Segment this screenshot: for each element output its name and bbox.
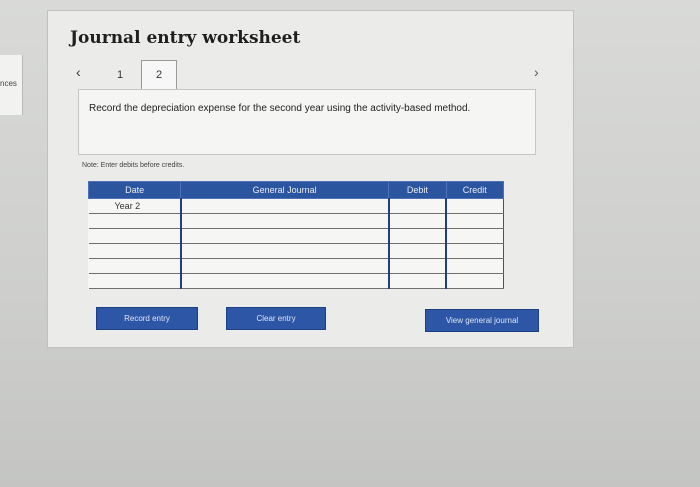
column-header-date: Date: [87, 181, 182, 199]
tab-1[interactable]: 1: [110, 69, 130, 81]
record-entry-button[interactable]: Record entry: [96, 307, 198, 330]
instruction-box: Record the depreciation expense for the …: [78, 89, 536, 155]
table-header-row: Date General Journal Debit Credit: [87, 181, 505, 199]
next-arrow-icon[interactable]: ›: [534, 64, 539, 80]
account-cell[interactable]: [180, 228, 390, 244]
credit-cell[interactable]: [446, 243, 505, 259]
date-cell[interactable]: [88, 228, 182, 244]
debit-cell[interactable]: [388, 198, 448, 214]
date-cell[interactable]: [88, 243, 182, 259]
clear-entry-button[interactable]: Clear entry: [226, 307, 326, 330]
view-general-journal-button[interactable]: View general journal: [425, 309, 539, 332]
table-row: [88, 243, 505, 259]
credit-cell[interactable]: [446, 213, 505, 229]
debit-cell[interactable]: [388, 243, 448, 259]
debit-cell[interactable]: [388, 213, 448, 229]
account-cell[interactable]: [180, 198, 390, 214]
instruction-text: Record the depreciation expense for the …: [89, 103, 471, 114]
debit-cell[interactable]: [388, 273, 448, 289]
date-cell[interactable]: [88, 273, 182, 289]
credit-cell[interactable]: [446, 198, 505, 214]
sidebar-fragment-label: nces: [0, 79, 17, 88]
left-sidebar-fragment: nces: [0, 55, 23, 115]
table-row: [88, 213, 505, 229]
table-row: [88, 273, 505, 289]
credit-cell[interactable]: [446, 273, 505, 289]
account-cell[interactable]: [180, 258, 390, 274]
date-cell[interactable]: Year 2: [88, 198, 182, 214]
note-text: Note: Enter debits before credits.: [82, 162, 185, 169]
table-row: [88, 228, 505, 244]
date-cell[interactable]: [88, 213, 182, 229]
debit-cell[interactable]: [388, 258, 448, 274]
previous-arrow-icon[interactable]: ‹: [76, 64, 81, 80]
account-cell[interactable]: [180, 273, 390, 289]
account-cell[interactable]: [180, 213, 390, 229]
table-row: Year 2: [88, 198, 505, 214]
journal-entry-worksheet-panel: Journal entry worksheet ‹ › 1 2 Record t…: [47, 10, 574, 348]
tab-2[interactable]: 2: [141, 60, 177, 90]
credit-cell[interactable]: [446, 228, 505, 244]
journal-table: Date General Journal Debit Credit Year 2: [87, 181, 505, 289]
column-header-general-journal: General Journal: [180, 181, 390, 199]
column-header-credit: Credit: [445, 181, 505, 199]
debit-cell[interactable]: [388, 228, 448, 244]
date-cell[interactable]: [88, 258, 182, 274]
column-header-debit: Debit: [388, 181, 447, 199]
account-cell[interactable]: [180, 243, 390, 259]
page-title: Journal entry worksheet: [70, 28, 301, 48]
credit-cell[interactable]: [446, 258, 505, 274]
table-row: [88, 258, 505, 274]
